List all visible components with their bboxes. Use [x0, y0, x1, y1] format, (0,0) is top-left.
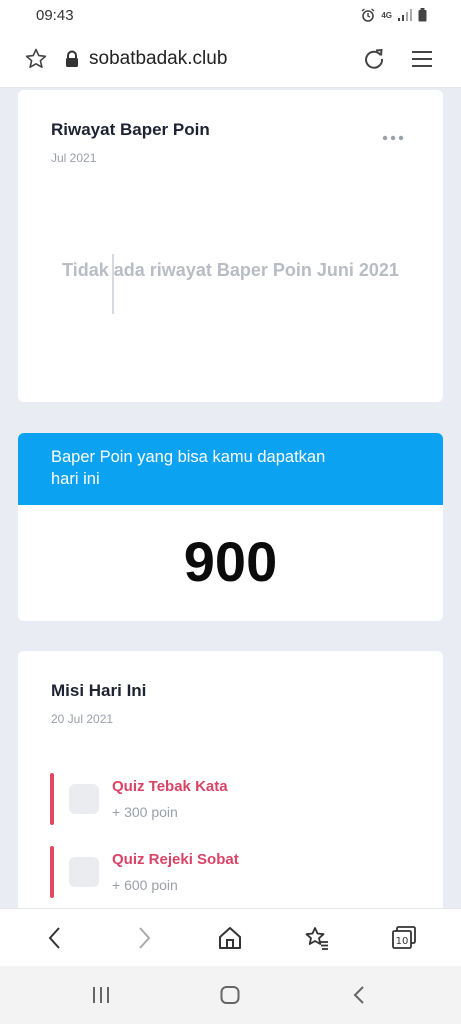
points-value: 900: [183, 530, 278, 593]
tabs-count: 10: [396, 936, 409, 947]
mission-item-quiz-tebak-kata[interactable]: Quiz Tebak Kata + 300 poin: [50, 773, 430, 825]
mission-item-quiz-rejeki-sobat[interactable]: Quiz Rejeki Sobat + 600 poin: [50, 846, 430, 898]
tabs-icon[interactable]: 10: [391, 925, 417, 951]
mission-date: 20 Jul 2021: [51, 712, 114, 726]
history-title: Riwayat Baper Poin: [51, 120, 210, 139]
points-header-text: Baper Poin yang bisa kamu dapatkan hari …: [51, 448, 326, 488]
reload-icon[interactable]: [362, 47, 386, 71]
points-header: Baper Poin yang bisa kamu dapatkan hari …: [18, 433, 443, 505]
mission-name[interactable]: Quiz Tebak Kata: [112, 778, 228, 795]
recent-apps-icon[interactable]: [90, 984, 112, 1006]
status-icons: 4G: [361, 8, 427, 22]
status-time: 09:43: [36, 6, 74, 24]
battery-icon: [418, 8, 427, 22]
mission-card: Misi Hari Ini 20 Jul 2021 Quiz Tebak Kat…: [18, 651, 443, 921]
system-navigation-bar: [0, 966, 461, 1024]
signal-icon: [398, 9, 412, 21]
back-icon[interactable]: [43, 925, 69, 951]
home-icon[interactable]: [217, 925, 243, 951]
bookmarks-icon[interactable]: [304, 925, 330, 951]
star-icon[interactable]: [24, 47, 48, 71]
history-date: Jul 2021: [51, 151, 97, 165]
mission-accent-bar: [50, 773, 54, 825]
empty-state: Tidak ada riwayat Baper Poin Juni 2021: [18, 256, 443, 285]
mission-name[interactable]: Quiz Rejeki Sobat: [112, 851, 239, 868]
status-bar: 09:43 4G: [0, 0, 461, 30]
mission-checkbox[interactable]: [69, 784, 99, 814]
more-options-icon[interactable]: [382, 134, 404, 142]
forward-icon[interactable]: [130, 925, 156, 951]
hamburger-menu-icon[interactable]: [410, 47, 434, 71]
home-icon[interactable]: [219, 984, 241, 1006]
mission-points: + 600 poin: [112, 877, 178, 893]
mission-title: Misi Hari Ini: [51, 681, 147, 700]
browser-address-bar: sobatbadak.club: [0, 30, 461, 88]
empty-message: Tidak ada riwayat Baper Poin Juni 2021: [62, 260, 399, 280]
back-icon[interactable]: [349, 984, 371, 1006]
mission-points: + 300 poin: [112, 804, 178, 820]
browser-toolbar: 10: [0, 908, 461, 966]
mission-checkbox[interactable]: [69, 857, 99, 887]
lock-icon: [66, 50, 78, 67]
url-field[interactable]: sobatbadak.club: [89, 48, 227, 70]
history-card: Riwayat Baper Poin Jul 2021 Tidak ada ri…: [18, 90, 443, 402]
points-card: Baper Poin yang bisa kamu dapatkan hari …: [18, 433, 443, 621]
mission-accent-bar: [50, 846, 54, 898]
alarm-icon: [361, 8, 375, 22]
network-type: 4G: [381, 10, 392, 20]
